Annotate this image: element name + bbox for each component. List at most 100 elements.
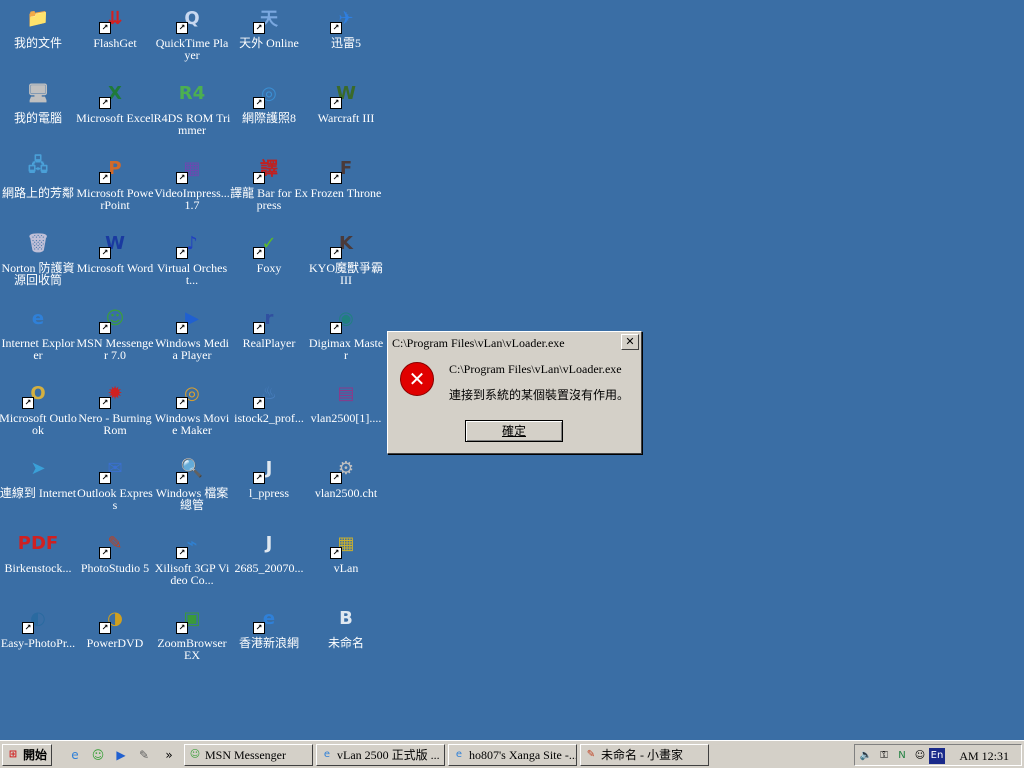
desktop-icon[interactable]: ♨ ↗ istock2_prof... [230,377,308,425]
dialog-title: C:\Program Files\vLan\vLoader.exe [390,334,639,352]
network-icon[interactable]: ⚿ [876,748,892,764]
desktop-icon[interactable]: J ↗ l_ppress [230,452,308,500]
desktop-icon[interactable]: ✓ ↗ Foxy [230,227,308,274]
desktop-icon-image: ♪ ↗ [176,227,208,259]
desktop-icon[interactable]: ◑ ↗ PowerDVD [76,602,154,650]
desktop-icon-image: ▶ ↗ [176,302,208,334]
desktop-icon-image: R4 [178,82,206,104]
msn-quicklaunch-icon[interactable]: ☺ [89,746,107,764]
shortcut-arrow-icon: ↗ [253,622,265,634]
desktop-icon-image: ✎ ↗ [99,527,131,559]
desktop-icon-image: ⚙ ↗ [330,452,362,484]
desktop-icon[interactable]: 🖥 我的電腦 [0,77,77,125]
desktop-icon[interactable]: r ↗ RealPlayer [230,302,308,350]
desktop-icon[interactable]: ✉ ↗ Outlook Express [76,452,154,512]
desktop-icon[interactable]: W ↗ Warcraft III [307,77,385,125]
shortcut-arrow-icon: ↗ [22,622,34,634]
norton-icon[interactable]: N [894,748,910,764]
desktop-icon-label: 香港新浪網 [238,636,299,650]
taskbar-button-label: ho807's Xanga Site -... [469,748,577,762]
desktop-icon-label: Frozen Throne [310,186,382,200]
desktop-icon[interactable]: 🔍 ↗ Windows 檔案 總管 [153,452,231,512]
desktop-icon-image: P ↗ [99,152,131,184]
desktop-icon-label: Warcraft III [317,111,375,125]
desktop-icon[interactable]: e Internet Explorer [0,302,77,362]
desktop-icon[interactable]: Q ↗ QuickTime Player [153,2,231,62]
desktop-icon-label: Internet Explorer [1,336,75,362]
desktop-icon[interactable]: ✹ ↗ Nero - Burning Rom [76,377,154,437]
desktop-icon[interactable]: J 2685_20070... [230,527,308,575]
desktop-icon[interactable]: 🗑 Norton 防護資 源回收筒 [0,227,77,287]
desktop-icon[interactable]: F ↗ Frozen Throne [307,152,385,200]
desktop-icon[interactable]: ➤ 連線到 Internet [0,452,77,500]
shortcut-arrow-icon: ↗ [253,322,265,334]
desktop-icon[interactable]: K ↗ KYO魔獸爭霸 III [307,227,385,287]
desktop-icon[interactable]: P ↗ Microsoft PowerPoint [76,152,154,212]
desktop-icon-label: 譯龍 Bar for Express [230,186,308,212]
shortcut-arrow-icon: ↗ [176,322,188,334]
desktop-icon[interactable]: ⌁ ↗ Xilisoft 3GP Video Co... [153,527,231,587]
desktop-icon-label: vlan2500.cht [314,486,378,500]
clock: AM 12:31 [959,749,1009,763]
desktop-icon[interactable]: R4 R4DS ROM Trimmer [153,77,231,137]
desktop-icon[interactable]: ▦ ↗ vLan [307,527,385,574]
desktop-icon-label: 未命名 [327,636,364,650]
desktop-icon[interactable]: ▤ vlan2500[1].... [307,377,385,425]
quick-launch-more-icon[interactable]: » [160,746,178,764]
desktop-icon[interactable]: 📁 我的文件 [0,2,77,50]
desktop-icon[interactable]: X ↗ Microsoft Excel [76,77,154,125]
error-icon: ✕ [400,362,434,396]
taskbar-button[interactable]: ✎ 未命名 - 小畫家 [580,744,709,766]
desktop-icon-image: e ↗ [253,602,285,634]
desktop-icon[interactable]: ◉ ↗ Digimax Master [307,302,385,362]
shortcut-arrow-icon: ↗ [253,22,265,34]
desktop-icon[interactable]: 譯 ↗ 譯龍 Bar for Express [230,152,308,211]
msn-tray-icon[interactable]: ☺ [912,748,928,764]
desktop-icon-image: 🗑 [26,232,50,254]
desktop-icon[interactable]: e ↗ 香港新浪網 [230,602,308,650]
desktop-icon[interactable]: 天 ↗ 天外 Online [230,2,308,49]
shortcut-arrow-icon: ↗ [253,397,265,409]
desktop-icon-image: ⇊ ↗ [99,2,131,34]
desktop-icon[interactable]: B 未命名 [307,602,385,650]
desktop-icon[interactable]: ♪ ↗ Virtual Orchest... [153,227,231,287]
desktop-icon-image: PDF [17,532,59,554]
desktop-icon[interactable]: W ↗ Microsoft Word [76,227,154,275]
shortcut-arrow-icon: ↗ [99,97,111,109]
desktop-icon[interactable]: PDF Birkenstock... [0,527,77,575]
notepad-quicklaunch-icon[interactable]: ✎ [135,746,153,764]
volume-icon[interactable]: 🔈 [858,748,874,764]
desktop-icon-label: Windows 檔案 總管 [155,486,229,512]
desktop-icon[interactable]: ▣ ↗ ZoomBrowser EX [153,602,231,662]
desktop-icon[interactable]: ☺ ↗ MSN Messenger 7.0 [76,302,154,362]
desktop-icon[interactable]: ◐ ↗ Easy-PhotoPr... [0,602,77,650]
desktop-icon-image: J [265,532,273,554]
desktop-icon[interactable]: ◎ ↗ 網際護照8 [230,77,308,125]
ie-quicklaunch-icon[interactable]: e [66,746,84,764]
start-button[interactable]: ⊞ 開始 [2,744,52,766]
start-label: 開始 [23,748,48,762]
desktop-icon-image: ◉ ↗ [330,302,362,334]
shortcut-arrow-icon: ↗ [176,247,188,259]
desktop-icon[interactable]: ⚙ ↗ vlan2500.cht [307,452,385,500]
desktop-icon[interactable]: ✎ ↗ PhotoStudio 5 [76,527,154,575]
desktop-icon-label: l_ppress [249,486,289,500]
desktop-icon[interactable]: ✈ ↗ 迅雷5 [307,2,385,49]
desktop-icon[interactable]: 🖧 網路上的芳鄰 [0,152,77,199]
desktop-icon[interactable]: O ↗ Microsoft Outlook [0,377,77,437]
desktop-icon[interactable]: ◎ ↗ Windows Movie Maker [153,377,231,437]
close-button[interactable]: ✕ [621,334,639,350]
desktop-icon[interactable]: ▶ ↗ Windows Media Player [153,302,231,362]
ok-button[interactable]: 確定 [465,420,563,442]
taskbar-button[interactable]: e ho807's Xanga Site -... [448,744,577,766]
desktop-icon-label: 網際護照8 [241,111,296,125]
taskbar-app-icon: ✎ [586,749,596,760]
desktop-icon-label: Microsoft PowerPoint [76,186,154,212]
shortcut-arrow-icon: ↗ [176,172,188,184]
taskbar-button[interactable]: e vLan 2500 正式版 ... [316,744,445,766]
media-player-quicklaunch-icon[interactable]: ▶ [112,746,130,764]
language-indicator[interactable]: En [929,748,945,764]
desktop-icon[interactable]: ⇊ ↗ FlashGet [76,2,154,50]
taskbar-button[interactable]: ☺ MSN Messenger [184,744,313,766]
desktop-icon[interactable]: ▦ ↗ VideoImpress... 1.7 [153,152,231,212]
